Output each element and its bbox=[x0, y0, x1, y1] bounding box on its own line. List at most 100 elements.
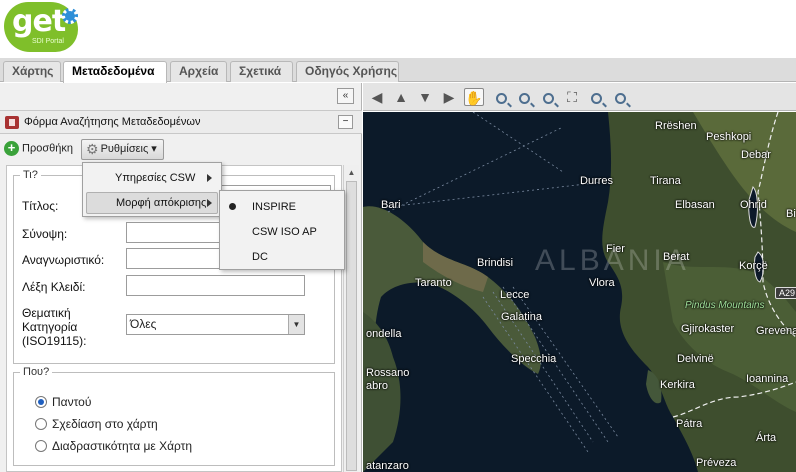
metadata-panel: « Φόρμα Αναζήτησης Μεταδεδομένων − + Προσ… bbox=[0, 83, 362, 472]
zoom-extent-icon[interactable]: ⛶ bbox=[563, 88, 581, 106]
selected-bullet-icon bbox=[229, 203, 236, 210]
menu-item-inspire[interactable]: INSPIRE bbox=[252, 201, 296, 213]
map-label-vlora: Vlora bbox=[589, 277, 615, 289]
abstract-label: Σύνοψη: bbox=[22, 227, 68, 241]
settings-button[interactable]: ⚙ Ρυθμίσεις ▾ bbox=[81, 139, 164, 160]
map-label-elbasan: Elbasan bbox=[675, 199, 715, 211]
category-select[interactable]: Όλες ▼ bbox=[126, 314, 305, 335]
radio-everywhere[interactable]: Παντού bbox=[35, 395, 91, 411]
map-label-preveza: Préveza bbox=[696, 457, 737, 469]
up-arrow-icon[interactable]: ▲ bbox=[392, 88, 410, 106]
map-terrain bbox=[363, 112, 796, 472]
map-label-rreshen: Rrëshen bbox=[655, 120, 697, 132]
add-icon: + bbox=[4, 141, 19, 156]
zoom-out-icon[interactable] bbox=[515, 88, 533, 106]
logo-gear-icon bbox=[62, 8, 78, 24]
panel-header: Φόρμα Αναζήτησης Μεταδεδομένων − bbox=[0, 110, 362, 134]
radio-draw-on-map[interactable]: Σχεδίαση στο χάρτη bbox=[35, 417, 158, 433]
map-label-patra: Pátra bbox=[676, 418, 703, 430]
map-label-kerkira: Kerkira bbox=[660, 379, 695, 391]
zoom-next-icon[interactable] bbox=[611, 88, 629, 106]
radio-map-interaction-label: Διαδραστικότητα με Χάρτη bbox=[52, 439, 193, 453]
collapse-panel-button[interactable]: « bbox=[337, 88, 354, 104]
map-label-arta: Árta bbox=[756, 432, 777, 444]
map-label-peshkopi: Peshkopi bbox=[706, 131, 752, 143]
what-legend: Τι? bbox=[23, 169, 38, 181]
category-select-value: Όλες bbox=[130, 317, 157, 331]
radio-map-interaction[interactable]: Διαδραστικότητα με Χάρτη bbox=[35, 439, 192, 455]
map-label-galatina: Galatina bbox=[501, 311, 542, 323]
pan-hand-icon[interactable]: ✋ bbox=[464, 88, 484, 106]
response-format-menu: INSPIRE CSW ISO AP DC bbox=[219, 190, 345, 270]
tab-about[interactable]: Σχετικά bbox=[230, 61, 293, 82]
tab-map[interactable]: Χάρτης bbox=[3, 61, 61, 82]
map-label-ioannina: Ioannina bbox=[746, 373, 789, 385]
menu-item-csw-iso-ap[interactable]: CSW ISO AP bbox=[252, 226, 317, 238]
scroll-up-icon[interactable]: ▲ bbox=[344, 165, 359, 180]
form-icon bbox=[5, 116, 19, 129]
map-label-catanzaro: atanzaro bbox=[366, 460, 409, 472]
map-label-delvine: Delvinë bbox=[677, 353, 714, 365]
zoom-in-icon[interactable] bbox=[492, 88, 510, 106]
submenu-arrow-icon bbox=[207, 174, 212, 182]
down-arrow-icon[interactable]: ▼ bbox=[416, 88, 434, 106]
form-scrollbar[interactable]: ▲ bbox=[343, 165, 359, 472]
map-label-cabro: abro bbox=[366, 380, 389, 392]
logo-subtitle: SDI Portal bbox=[32, 38, 64, 45]
map-label-gjirokaster: Gjirokaster bbox=[681, 323, 735, 335]
menu-item-dc[interactable]: DC bbox=[252, 251, 268, 263]
menu-item-csw-services[interactable]: Υπηρεσίες CSW bbox=[115, 172, 195, 184]
map-toolbar: ◀ ▲ ▼ ▶ ✋ ⛶ bbox=[363, 83, 796, 111]
map-label-pindus: Pindus Mountains bbox=[685, 300, 765, 311]
category-label-line3: (ISO19115): bbox=[22, 334, 87, 348]
forward-arrow-icon[interactable]: ▶ bbox=[440, 88, 458, 106]
scrollbar-thumb[interactable] bbox=[346, 181, 357, 471]
keyword-input[interactable] bbox=[126, 275, 305, 296]
submenu-arrow-icon bbox=[207, 199, 212, 207]
map-canvas[interactable]: Rrëshen Peshkopi Debar Durres Tirana Bar… bbox=[363, 112, 796, 472]
radio-everywhere-label: Παντού bbox=[52, 395, 92, 409]
tab-metadata[interactable]: Μεταδεδομένα bbox=[63, 61, 167, 83]
radio-draw-on-map-button[interactable] bbox=[35, 418, 47, 430]
add-button-label: Προσθήκη bbox=[22, 142, 73, 155]
map-label-bari: Bari bbox=[381, 199, 401, 211]
category-label-line2: Κατηγορία bbox=[22, 320, 78, 334]
menu-item-response-format[interactable]: Μορφή απόκρισης bbox=[86, 192, 218, 214]
title-label: Τίτλος: bbox=[22, 199, 59, 213]
back-arrow-icon[interactable]: ◀ bbox=[368, 88, 386, 106]
category-label-line1: Θεματική bbox=[22, 306, 71, 320]
gear-icon: ⚙ bbox=[86, 141, 99, 157]
main-tab-bar: Χάρτης Μεταδεδομένα Αρχεία Σχετικά Οδηγό… bbox=[0, 58, 796, 83]
panel-toolbar: + Προσθήκη ⚙ Ρυθμίσεις ▾ bbox=[0, 135, 362, 163]
chevron-down-icon[interactable]: ▼ bbox=[288, 315, 304, 334]
radio-everywhere-button[interactable] bbox=[35, 396, 47, 408]
zoom-previous-icon[interactable] bbox=[587, 88, 605, 106]
map-label-debar: Debar bbox=[741, 149, 771, 161]
where-legend: Που? bbox=[23, 366, 50, 378]
map-label-ohrid: Ohrid bbox=[740, 199, 767, 211]
map-label-tirana: Tirana bbox=[650, 175, 681, 187]
map-label-durres: Durres bbox=[580, 175, 614, 187]
map-label-taranto: Taranto bbox=[415, 277, 452, 289]
map-label-grevena: Grevena bbox=[756, 325, 796, 337]
map-label-korce: Korçë bbox=[739, 260, 768, 272]
minimize-button[interactable]: − bbox=[338, 115, 353, 129]
map-label-albania: ALBANIA bbox=[535, 244, 690, 277]
app-logo: get SDI Portal bbox=[4, 2, 84, 54]
zoom-box-icon[interactable] bbox=[539, 88, 557, 106]
add-button[interactable]: + Προσθήκη bbox=[4, 141, 73, 157]
tab-user-guide[interactable]: Οδηγός Χρήσης bbox=[296, 61, 399, 82]
road-badge-a29: A29 bbox=[775, 287, 796, 299]
radio-map-interaction-button[interactable] bbox=[35, 440, 47, 452]
settings-button-label: Ρυθμίσεις ▾ bbox=[100, 143, 157, 155]
map-label-rossano: Rossano bbox=[366, 367, 410, 379]
map-label-condella: ondella bbox=[366, 328, 402, 340]
settings-menu: Υπηρεσίες CSW Μορφή απόκρισης bbox=[82, 162, 222, 217]
map-label-lecce: Lecce bbox=[500, 289, 530, 301]
radio-draw-on-map-label: Σχεδίαση στο χάρτη bbox=[52, 417, 158, 431]
keyword-label: Λέξη Κλειδί: bbox=[22, 280, 86, 294]
identifier-label: Αναγνωριστικό: bbox=[22, 253, 105, 267]
map-label-specchia: Specchia bbox=[511, 353, 557, 365]
tab-files[interactable]: Αρχεία bbox=[170, 61, 227, 82]
map-label-bitola: Bi bbox=[786, 208, 796, 220]
